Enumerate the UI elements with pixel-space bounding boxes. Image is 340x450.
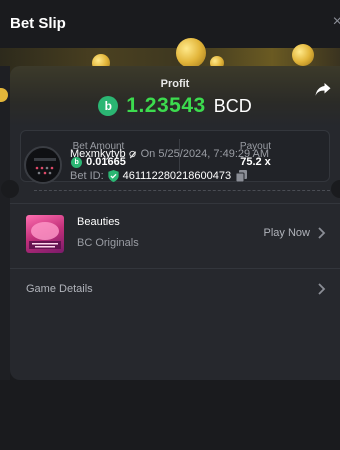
coin-decoration	[176, 38, 206, 68]
share-icon[interactable]	[314, 80, 332, 98]
play-now-button[interactable]: Play Now	[264, 227, 310, 239]
bcd-coin-icon: b	[98, 96, 119, 116]
bet-timestamp: On 5/25/2024, 7:49:29 AM	[140, 148, 270, 160]
bet-id-value: 461112280218600473	[122, 170, 232, 182]
profit-value: 1.23543	[126, 94, 206, 117]
profit-label: Profit	[160, 78, 190, 90]
profit-currency: BCD	[213, 95, 252, 116]
ticket-notch	[1, 180, 19, 198]
close-icon[interactable]: ×	[333, 13, 340, 31]
bet-card: Profit b 1.23543 BCD Bet Amount b 0.0166…	[10, 66, 340, 380]
game-category: BC Originals	[77, 237, 139, 249]
bet-id-label: Bet ID:	[70, 170, 104, 182]
header: Bet Slip ×	[0, 0, 340, 48]
chevron-right-icon[interactable]	[318, 227, 326, 239]
verified-shield-icon	[107, 170, 119, 182]
chevron-right-icon[interactable]	[318, 283, 326, 295]
hidden-icon	[128, 150, 136, 159]
username[interactable]: Mexmkytyb	[70, 148, 126, 160]
copy-icon[interactable]	[236, 170, 248, 182]
coin-decoration	[292, 44, 314, 66]
bet-id-line: Bet ID: 461112280218600473	[70, 170, 248, 182]
avatar[interactable]	[24, 146, 62, 184]
dashed-divider	[34, 190, 330, 191]
game-thumbnail-art	[29, 222, 61, 249]
section-divider	[10, 203, 340, 204]
page-title: Bet Slip	[10, 15, 66, 32]
game-name[interactable]: Beauties	[77, 216, 120, 228]
left-edge	[0, 66, 10, 380]
game-details-link[interactable]: Game Details	[26, 283, 93, 295]
section-divider	[10, 268, 340, 269]
user-line: Mexmkytyb On 5/25/2024, 7:49:29 AM	[70, 148, 269, 160]
profit-row: b 1.23543 BCD	[10, 94, 340, 118]
game-thumbnail[interactable]	[26, 215, 64, 253]
